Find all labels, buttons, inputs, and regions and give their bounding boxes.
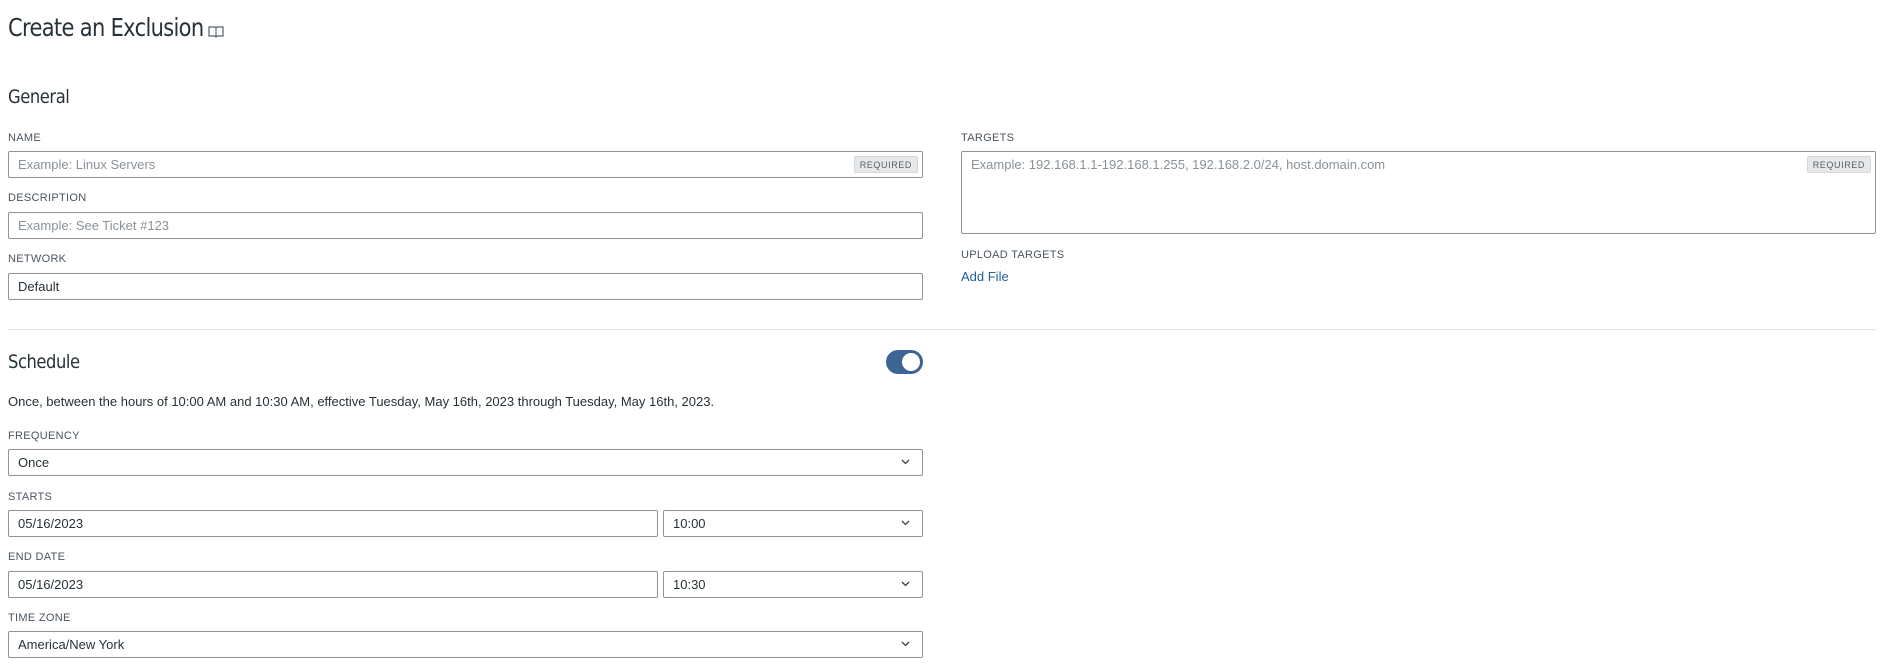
name-placeholder: Example: Linux Servers: [18, 157, 156, 172]
frequency-select[interactable]: Once: [8, 449, 923, 476]
chevron-down-icon: [901, 520, 910, 526]
toggle-knob: [902, 353, 920, 371]
start-date-value: 05/16/2023: [18, 516, 84, 531]
time-zone-select[interactable]: America/New York: [8, 631, 923, 658]
chevron-down-icon: [901, 459, 910, 465]
section-divider: [8, 329, 1876, 330]
name-label: NAME: [8, 132, 41, 144]
start-time-value: 10:00: [673, 516, 706, 531]
end-time-value: 10:30: [673, 577, 706, 592]
network-label: NETWORK: [8, 253, 67, 265]
add-file-link[interactable]: Add File: [961, 269, 1009, 284]
time-zone-value: America/New York: [18, 637, 125, 652]
time-zone-label: TIME ZONE: [8, 612, 71, 624]
frequency-label: FREQUENCY: [8, 430, 80, 442]
book-icon[interactable]: [208, 25, 224, 38]
targets-placeholder: Example: 192.168.1.1-192.168.1.255, 192.…: [971, 157, 1386, 172]
starts-label: STARTS: [8, 491, 53, 503]
end-date-input[interactable]: 05/16/2023: [8, 571, 658, 598]
chevron-down-icon: [901, 581, 910, 587]
chevron-down-icon: [901, 641, 910, 647]
end-date-value: 05/16/2023: [18, 577, 84, 592]
name-input[interactable]: Example: Linux Servers REQUIRED: [8, 151, 923, 178]
description-label: DESCRIPTION: [8, 192, 87, 204]
targets-textarea[interactable]: Example: 192.168.1.1-192.168.1.255, 192.…: [961, 151, 1876, 234]
general-heading: General: [8, 86, 70, 108]
frequency-value: Once: [18, 455, 50, 470]
upload-targets-label: UPLOAD TARGETS: [961, 249, 1065, 261]
name-required-badge: REQUIRED: [853, 156, 918, 173]
end-date-label: END DATE: [8, 551, 66, 563]
start-date-input[interactable]: 05/16/2023: [8, 510, 658, 537]
description-placeholder: Example: See Ticket #123: [18, 218, 170, 233]
schedule-toggle[interactable]: [886, 350, 923, 374]
targets-required-badge: REQUIRED: [1806, 156, 1871, 173]
page-title: Create an Exclusion: [8, 13, 204, 42]
schedule-heading: Schedule: [8, 351, 80, 373]
start-time-select[interactable]: 10:00: [663, 510, 923, 537]
description-input[interactable]: Example: See Ticket #123: [8, 212, 923, 239]
network-input[interactable]: Default: [8, 273, 923, 300]
network-value: Default: [18, 279, 60, 294]
schedule-summary: Once, between the hours of 10:00 AM and …: [8, 394, 715, 409]
end-time-select[interactable]: 10:30: [663, 571, 923, 598]
targets-label: TARGETS: [961, 132, 1015, 144]
